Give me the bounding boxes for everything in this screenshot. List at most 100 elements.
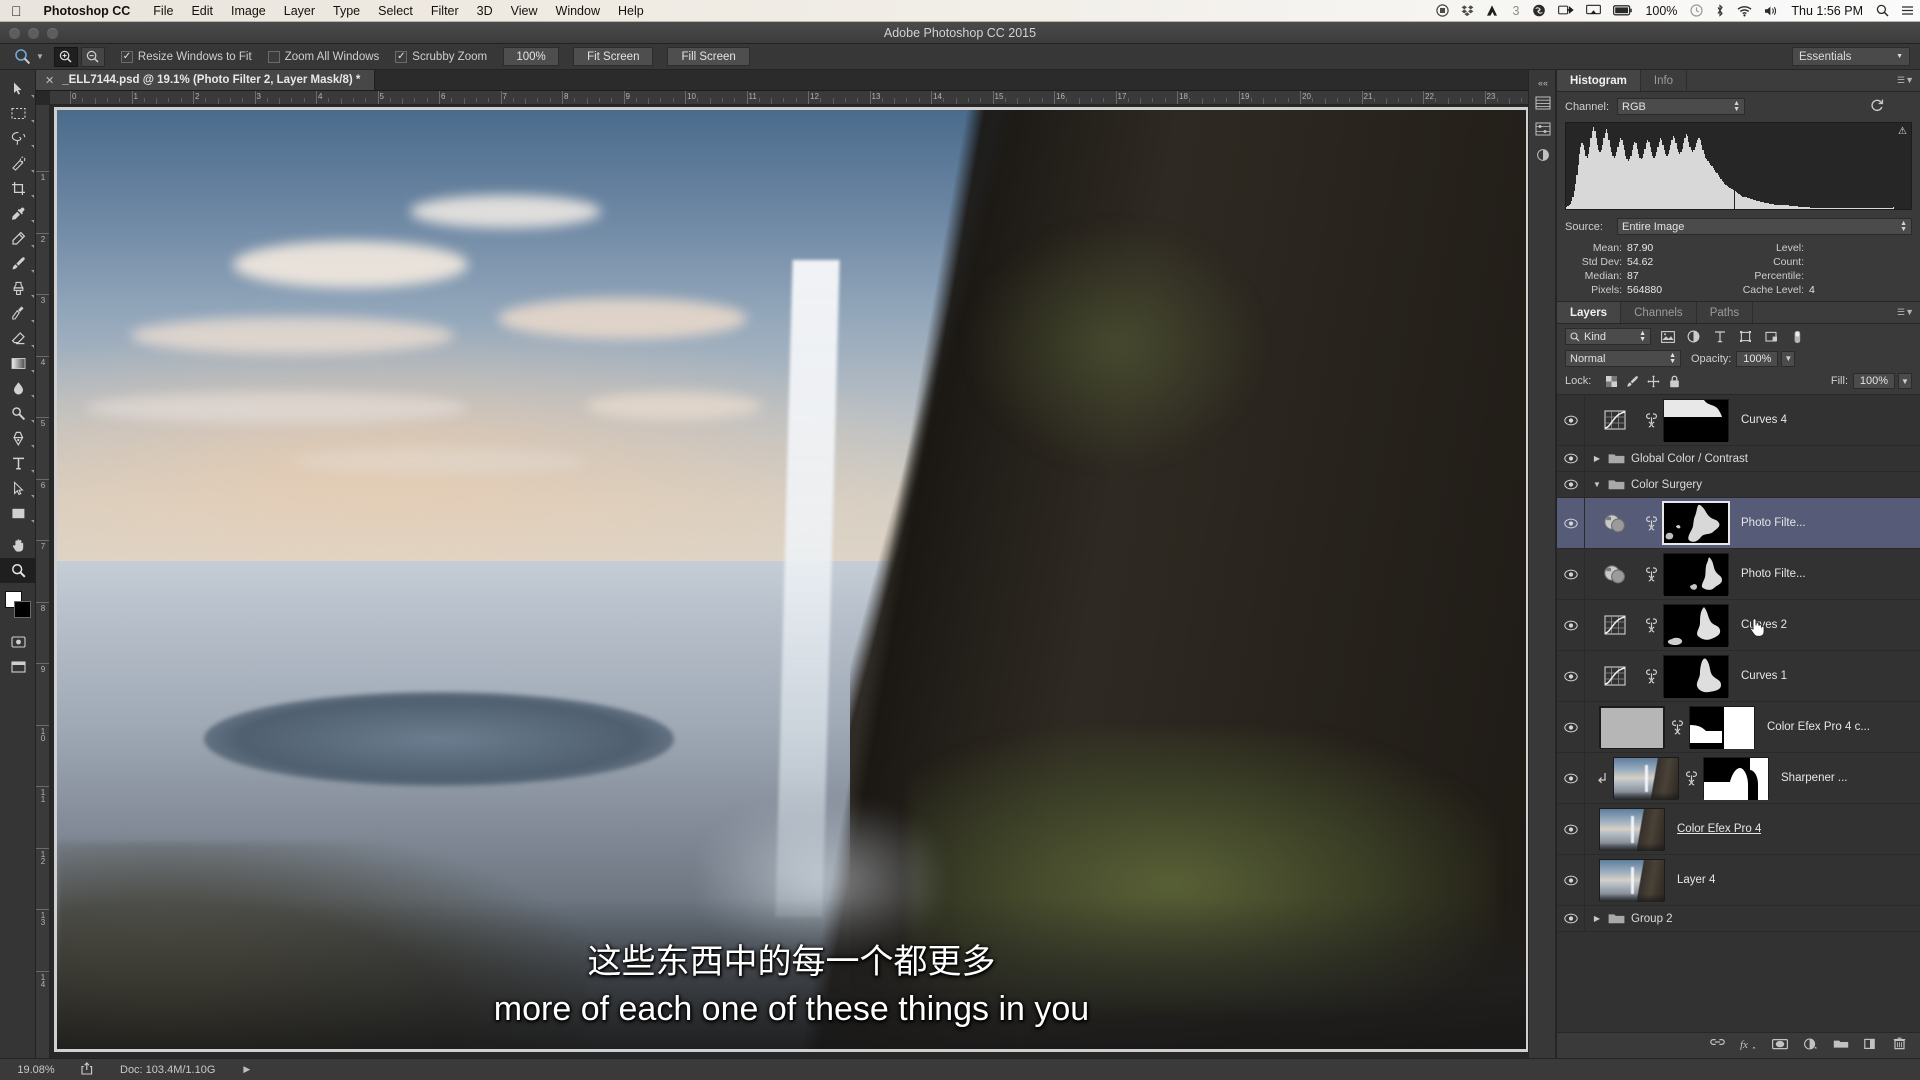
new-layer-icon[interactable]	[1864, 1037, 1878, 1055]
menu-item-image[interactable]: Image	[222, 4, 275, 18]
layer-visibility-toggle[interactable]	[1557, 446, 1585, 472]
layer-mask-link-icon[interactable]	[1639, 567, 1663, 582]
history-brush-tool[interactable]	[0, 301, 36, 326]
layer-visibility-toggle[interactable]	[1557, 498, 1585, 549]
opacity-stepper[interactable]: ▼	[1781, 351, 1795, 367]
layer-visibility-toggle[interactable]	[1557, 702, 1585, 753]
search-icon[interactable]	[1870, 0, 1895, 22]
layer-style-icon[interactable]: fx	[1740, 1037, 1757, 1055]
close-window-button[interactable]	[9, 28, 20, 39]
move-tool[interactable]	[0, 76, 36, 101]
tab-histogram[interactable]: Histogram	[1557, 70, 1641, 91]
quick-mask-toggle[interactable]	[0, 629, 36, 654]
zoom-in-button[interactable]	[54, 47, 78, 67]
layer-row[interactable]: Curves 4	[1557, 395, 1920, 446]
hand-tool[interactable]	[0, 533, 36, 558]
panel-menu-icon[interactable]: ☰▼	[1897, 75, 1914, 86]
menu-item-select[interactable]: Select	[369, 4, 422, 18]
opacity-value[interactable]: 100%	[1736, 351, 1778, 367]
record-icon[interactable]	[1430, 0, 1455, 22]
adjustments-panel-icon[interactable]	[1529, 142, 1557, 168]
tab-info[interactable]: Info	[1641, 70, 1687, 91]
quick-select-tool[interactable]	[0, 151, 36, 176]
share-icon[interactable]	[72, 1062, 102, 1078]
layer-visibility-toggle[interactable]	[1557, 472, 1585, 498]
triangle-right-icon[interactable]: ▶	[243, 1064, 250, 1075]
marquee-tool[interactable]	[0, 101, 36, 126]
dodge-tool[interactable]	[0, 401, 36, 426]
layer-visibility-toggle[interactable]	[1557, 804, 1585, 855]
fill-screen-button[interactable]: Fill Screen	[667, 47, 749, 66]
layer-visibility-toggle[interactable]	[1557, 651, 1585, 702]
timemachine-icon[interactable]	[1684, 0, 1709, 22]
workspace-switcher[interactable]: Essentials ▼	[1792, 47, 1910, 66]
battery-icon[interactable]	[1607, 0, 1638, 22]
chevron-right-icon[interactable]: ▶	[1589, 454, 1605, 463]
curves-icon[interactable]	[1591, 410, 1639, 430]
layer-row[interactable]: Curves 1	[1557, 651, 1920, 702]
history-panel-icon[interactable]	[1529, 90, 1557, 116]
delete-layer-icon[interactable]	[1893, 1037, 1906, 1055]
layer-mask-thumbnail[interactable]	[1663, 502, 1729, 544]
layer-group-row[interactable]: ▶Global Color / Contrast	[1557, 446, 1920, 472]
eyedropper-tool[interactable]	[0, 201, 36, 226]
healing-brush-tool[interactable]	[0, 226, 36, 251]
layer-row[interactable]: Photo Filte...	[1557, 549, 1920, 600]
lock-all-icon[interactable]	[1664, 374, 1685, 389]
tool-preset-caret-icon[interactable]: ▼	[34, 52, 54, 61]
screen-mode-toggle[interactable]	[0, 654, 36, 679]
shape-filter-icon[interactable]	[1736, 328, 1755, 345]
volume-icon[interactable]	[1758, 0, 1784, 22]
tab-channels[interactable]: Channels	[1621, 302, 1697, 323]
layer-name[interactable]: Curves 1	[1741, 670, 1787, 682]
chevron-down-icon[interactable]: ▼	[1589, 480, 1605, 489]
vertical-ruler[interactable]: 1234567891 01 11 21 31 4	[36, 105, 50, 1058]
window-traffic-lights[interactable]	[9, 28, 58, 39]
layer-group-row[interactable]: ▼Color Surgery	[1557, 472, 1920, 498]
layer-mask-thumbnail[interactable]	[1689, 706, 1755, 748]
zoom-tool[interactable]	[0, 558, 36, 583]
layer-visibility-toggle[interactable]	[1557, 855, 1585, 906]
creative-cloud-icon[interactable]	[1526, 0, 1552, 22]
layer-thumbnail[interactable]	[1613, 757, 1679, 799]
layer-mask-thumbnail[interactable]	[1703, 757, 1769, 799]
layer-name[interactable]: Curves 2	[1741, 619, 1787, 631]
clone-stamp-tool[interactable]	[0, 276, 36, 301]
layer-visibility-toggle[interactable]	[1557, 600, 1585, 651]
refresh-icon[interactable]	[1870, 98, 1884, 115]
layer-name[interactable]: Color Efex Pro 4	[1677, 823, 1761, 835]
new-group-icon[interactable]	[1833, 1037, 1849, 1055]
layer-mask-link-icon[interactable]	[1639, 618, 1663, 633]
crop-tool[interactable]	[0, 176, 36, 201]
menu-app-name[interactable]: Photoshop CC	[35, 4, 145, 18]
menu-item-help[interactable]: Help	[609, 4, 653, 18]
layer-mask-thumbnail[interactable]	[1663, 553, 1729, 595]
zoom-percent-field[interactable]: 100%	[503, 47, 559, 66]
status-zoom-level[interactable]: 19.08%	[0, 1064, 72, 1076]
pixel-filter-icon[interactable]	[1658, 328, 1677, 345]
airplay-icon[interactable]	[1580, 0, 1607, 22]
smartobject-filter-icon[interactable]	[1762, 328, 1781, 345]
document-canvas[interactable]: 这些东西中的每一个都更多 more of each one of these t…	[54, 107, 1529, 1052]
layer-row[interactable]: Color Efex Pro 4	[1557, 804, 1920, 855]
layer-mask-icon[interactable]	[1772, 1037, 1788, 1055]
type-tool[interactable]	[0, 451, 36, 476]
adobe-icon[interactable]	[1480, 0, 1505, 22]
collapse-icon[interactable]: ««	[1529, 76, 1557, 90]
layer-visibility-toggle[interactable]	[1557, 753, 1585, 804]
transfer-icon[interactable]	[1552, 0, 1580, 22]
background-color-swatch[interactable]	[14, 601, 31, 618]
layer-row[interactable]: Color Efex Pro 4 c...	[1557, 702, 1920, 753]
tab-layers[interactable]: Layers	[1557, 302, 1621, 323]
menu-item-3d[interactable]: 3D	[468, 4, 502, 18]
menu-item-layer[interactable]: Layer	[275, 4, 324, 18]
layer-row[interactable]: Layer 4	[1557, 855, 1920, 906]
wifi-icon[interactable]	[1731, 0, 1758, 22]
type-filter-icon[interactable]	[1710, 328, 1729, 345]
lock-position-icon[interactable]	[1643, 374, 1664, 389]
close-icon[interactable]: ✕	[45, 74, 54, 87]
layer-thumbnail[interactable]	[1599, 706, 1665, 748]
zoom-window-button[interactable]	[47, 28, 58, 39]
layer-mask-thumbnail[interactable]	[1663, 604, 1729, 646]
gradient-tool[interactable]	[0, 351, 36, 376]
